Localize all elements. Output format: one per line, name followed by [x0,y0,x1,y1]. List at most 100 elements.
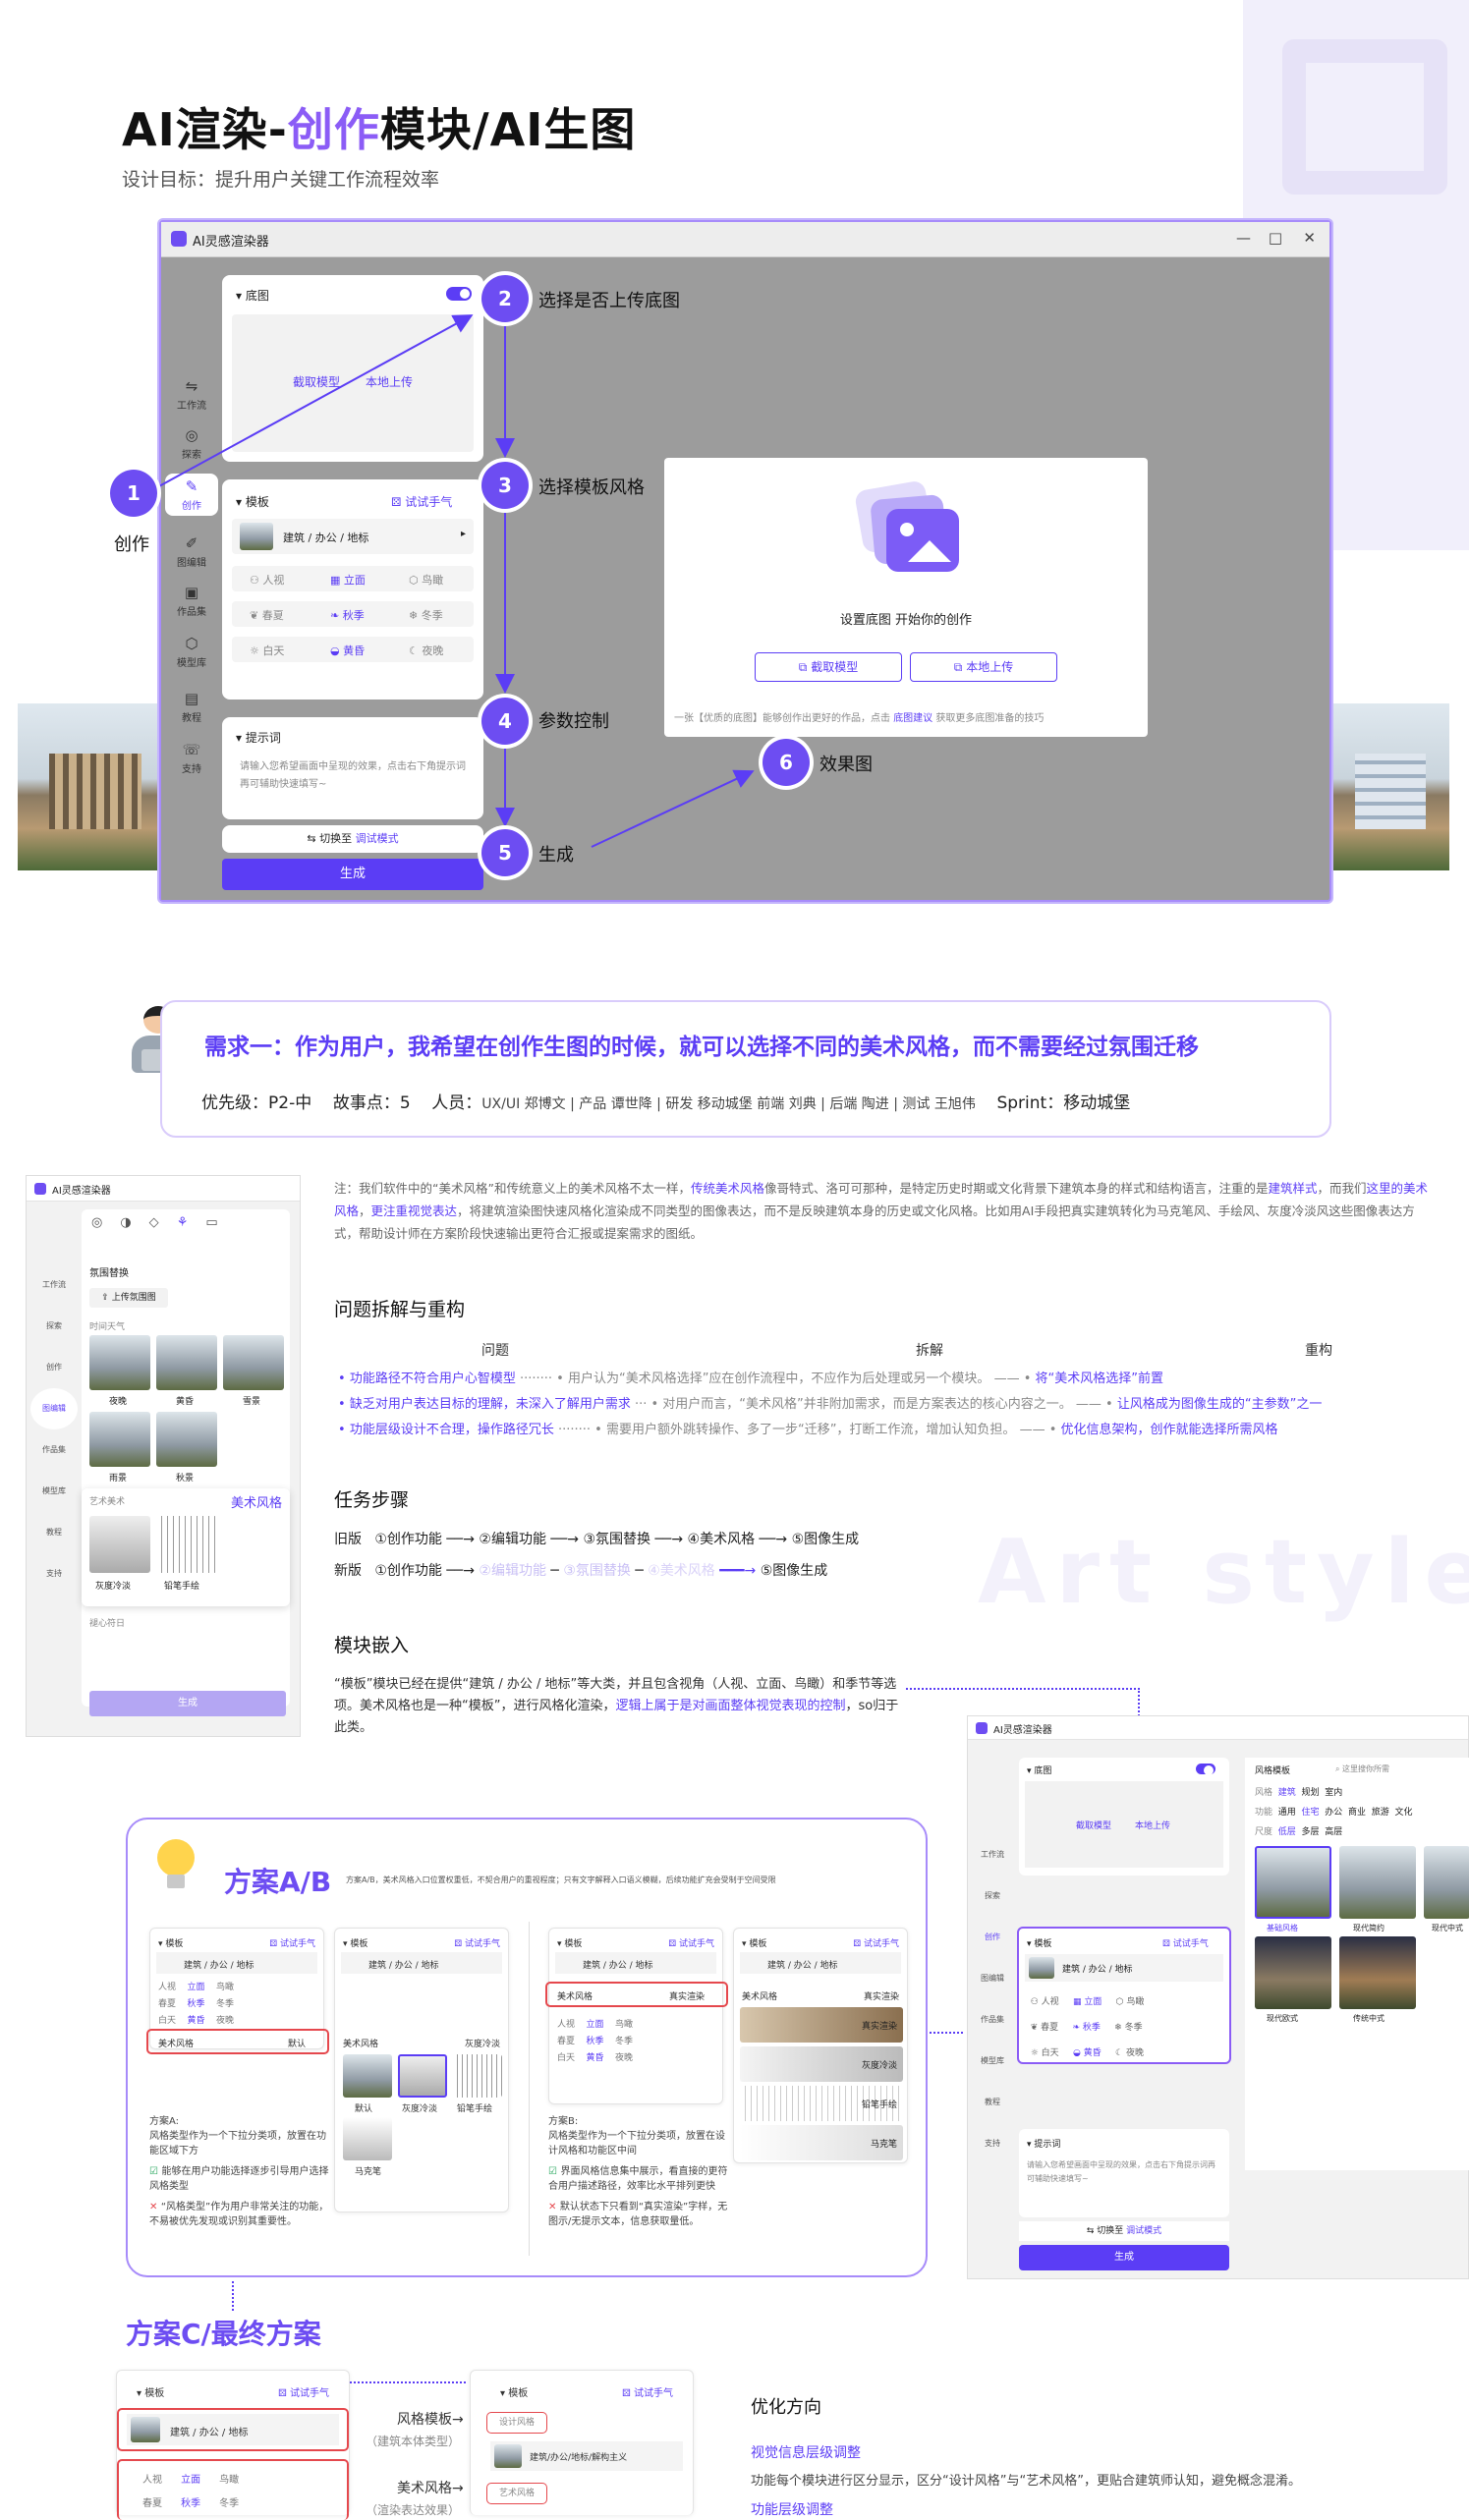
plan-b-card-2: ▾ 模板 ⚄ 试试手气 建筑 / 办公 / 地标 美术风格 真实渲染 真实渲染 灰度… [733,1928,908,2163]
step-arrows [156,314,755,848]
mini-sidebar-create[interactable]: 创作 [30,1347,78,1388]
right-sidebar-create[interactable]: 创作 [972,1917,1013,1958]
plan-c-style-template-sub: （建筑本体类型） [366,2435,461,2448]
right-prompt-input[interactable]: 请输入您希望画面中呈现的效果，点击右下角提示词再可辅助快速填写~ [1027,2158,1219,2186]
upload-atmosphere-button[interactable]: ⇪ 上传氛围图 [89,1288,168,1308]
style-search-input[interactable]: ⌕ 这里搜你所需 [1335,1764,1389,1774]
plan-a-title: 方案A: [149,2116,180,2127]
thumb-gray-cold[interactable] [89,1516,150,1573]
plan-a-card-2-selector[interactable]: 建筑 / 办公 / 地标 [341,1952,502,1974]
plan-a-card-1-times: 白天 黄昏 夜晚 [158,2016,234,2026]
plan-a-thumb-marker[interactable] [343,2117,392,2160]
plan-b-list-pencil[interactable]: 铅笔手绘 [740,2086,903,2121]
plan-b-card-1-try[interactable]: ⚄ 试试手气 [668,1936,714,1949]
plan-a-notes: 方案A: 风格类型作为一个下拉分类项，放置在功能区域下方 ☑ 能够在用户功能选择… [149,2114,332,2229]
plan-c-art-style-tag: 艺术风格 [486,2483,547,2504]
mini-sidebar-gallery[interactable]: 作品集 [30,1429,78,1471]
plan-c-new-try[interactable]: ⚄ 试试手气 [622,2384,673,2399]
new-flow: 新版 ①创作功能 ──→ ②编辑功能 ─ ③氛围替换 ─ ④美术风格 ━━━→ … [334,1563,828,1579]
mini-sidebar-edit-image[interactable]: 图编辑 [30,1388,78,1429]
cross-icon: ✕ [548,2202,560,2212]
right-sidebar-support[interactable]: 支持 [972,2123,1013,2164]
mini-sidebar-support[interactable]: 支持 [30,1553,78,1595]
mini-sidebar-explore[interactable]: 探索 [30,1306,78,1347]
plan-a-card-2-try[interactable]: ⚄ 试试手气 [454,1936,500,1949]
right-generate-button[interactable]: 生成 [1019,2245,1229,2270]
right-upload-link[interactable]: 本地上传 [1135,1819,1170,1831]
mini-sidebar-models[interactable]: 模型库 [30,1471,78,1512]
old-flow: 旧版 ①创作功能 ──→ ②编辑功能 ──→ ③氛围替换 ──→ ④美术风格 ─… [334,1532,860,1547]
plan-b-card-2-try[interactable]: ⚄ 试试手气 [853,1936,899,1949]
right-debug-toggle[interactable]: ⇆ 切换至 调试模式 [1019,2221,1229,2241]
plan-a-card-1-views: 人视 立面 鸟瞰 [158,1983,234,1992]
style-traditional-chinese[interactable] [1339,1936,1416,2009]
plan-c-old-views: 人视 立面 鸟瞰 [142,2475,240,2486]
right-sidebar-edit-image[interactable]: 图编辑 [972,1958,1013,1999]
plan-b-card-1-times: 白天 黄昏 夜晚 [557,2053,633,2063]
plan-c-old-thumb [131,2417,160,2442]
step-6-label: 效果图 [819,755,873,775]
plan-b-card-2-art-label: 美术风格 [742,1992,778,2002]
tool-icons: ◎◑◇⚘▭ [91,1215,236,1230]
plan-b-desc: 风格类型作为一个下拉分类项，放置在设计风格和功能区中间 [548,2131,725,2156]
plan-c-art-style-label: 美术风格→ [397,2481,464,2496]
step-3-badge: 3 [481,462,529,509]
thumb-dusk[interactable] [156,1335,217,1390]
plan-b-list-gray[interactable]: 灰度冷淡 [740,2046,903,2082]
right-sidebar-gallery[interactable]: 作品集 [972,1999,1013,2041]
plan-a-card-1-try[interactable]: ⚄ 试试手气 [269,1936,315,1949]
plan-b-card-1-selector[interactable]: 建筑 / 办公 / 地标 [555,1952,716,1974]
thumb-night[interactable] [89,1335,150,1390]
thumb-snow[interactable] [223,1335,284,1390]
step-4-label: 参数控制 [538,711,609,732]
mini-sidebar-tutorial[interactable]: 教程 [30,1512,78,1553]
style-modern-european[interactable] [1255,1936,1331,2009]
right-capture-link[interactable]: 截取模型 [1076,1819,1111,1831]
plan-a-thumb-default[interactable] [343,2054,392,2098]
right-sidebar-workflow[interactable]: 工作流 [972,1834,1013,1876]
plan-a-card-1: ▾ 模板 ⚄ 试试手气 建筑 / 办公 / 地标 人视 立面 鸟瞰 春夏 秋季 冬季… [146,1928,329,2054]
right-try-luck[interactable]: ⚄ 试试手气 [1162,1936,1209,1949]
right-season-options: ❦ 春夏 ❧ 秋季 ❄ 冬季 [1025,2023,1143,2033]
requirement-meta: 优先级：P2-中 故事点：5 人员：UX/UI 郑博文 | 产品 谭世降 | 研… [201,1093,1131,1113]
step-1-badge: 1 [110,470,157,517]
right-base-title: ▾ 底图 [1027,1766,1052,1776]
plan-c-old-try[interactable]: ⚄ 试试手气 [278,2384,329,2399]
weather-label: 时间天气 [89,1322,126,1332]
right-sidebar-models[interactable]: 模型库 [972,2041,1013,2082]
col-breakdown: 拆解 [916,1343,943,1359]
optimization-1-title: 视觉信息层级调整 [751,2445,861,2461]
plan-c-arrow [350,2381,466,2383]
style-basic[interactable] [1255,1846,1331,1919]
right-base-toggle[interactable] [1196,1764,1215,1775]
plan-a-card-2-title: ▾ 模板 [343,1939,368,1949]
plan-b-card-2-selector[interactable]: 建筑 / 办公 / 地标 [740,1952,901,1974]
template-app-screenshot: AI灵感渲染器 ▾ 底图 截取模型 本地上传 ▾ 模板 ⚄ 试试手气 建筑 / … [967,1715,1469,2279]
right-base-dropzone[interactable]: 截取模型 本地上传 [1025,1781,1223,1868]
plan-b-card-1-views: 人视 立面 鸟瞰 [557,2020,633,2030]
plan-a-thumb-pencil[interactable] [453,2054,502,2098]
plan-a-card-1-selector[interactable]: 建筑 / 办公 / 地标 [156,1952,317,1974]
plan-a-card-1-seasons: 春夏 秋季 冬季 [158,1999,234,2009]
thumb-pencil[interactable] [156,1516,217,1573]
style-modern[interactable] [1339,1846,1416,1919]
right-template-selector[interactable]: 建筑 / 办公 / 地标 [1025,1954,1223,1982]
thumb-rain-label: 雨景 [109,1474,128,1484]
mini-sidebar-workflow[interactable]: 工作流 [30,1264,78,1306]
plan-ab-card: 方案A/B 方案A/B，美术风格入口位置权重低，不契合用户的重视程度；只有文字解… [126,1818,928,2277]
requirement-card: 需求一：作为用户，我希望在创作生图的时候，就可以选择不同的美术风格，而不需要经过… [160,1000,1331,1138]
plan-c-new-title: ▾ 模板 [500,2388,529,2399]
right-sidebar-explore[interactable]: 探索 [972,1876,1013,1917]
thumb-autumn[interactable] [156,1412,217,1467]
style-modern-chinese[interactable] [1424,1846,1469,1919]
plan-a-thumb-gray[interactable] [398,2054,447,2098]
plan-b-list-marker[interactable]: 马克笔 [740,2125,903,2160]
plan-b-list-real[interactable]: 真实渲染 [740,2007,903,2043]
right-sidebar-tutorial[interactable]: 教程 [972,2082,1013,2123]
mini-generate-button[interactable]: 生成 [89,1691,286,1716]
plan-c-new-selector[interactable]: 建筑/办公/地标/解构主义 [490,2441,683,2471]
thumb-rain[interactable] [89,1412,150,1467]
plan-c-old-selector[interactable]: 建筑 / 办公 / 地标 [127,2414,339,2445]
thumb-autumn-label: 秋景 [176,1474,195,1484]
right-prompt-panel: ▾ 提示词 请输入您希望画面中呈现的效果，点击右下角提示词再可辅助快速填写~ [1019,2129,1229,2217]
